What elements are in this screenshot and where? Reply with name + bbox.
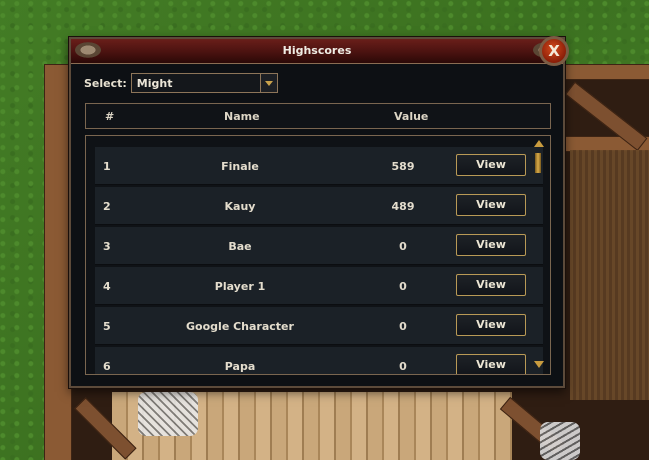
view-button[interactable]: View (456, 194, 526, 216)
name-cell: Google Character (186, 320, 294, 333)
table-row: 3 Bae 0 View (95, 227, 543, 265)
rank-cell: 6 (103, 360, 111, 373)
view-button[interactable]: View (456, 314, 526, 336)
table-row: 4 Player 1 0 View (95, 267, 543, 305)
scrollbar-thumb[interactable] (535, 153, 541, 173)
name-cell: Papa (224, 360, 256, 373)
roof-beam (565, 64, 649, 80)
window-titlebar[interactable]: Highscores (71, 39, 563, 64)
table-row: 1 Finale 589 View (95, 147, 543, 185)
skeleton-sprite (138, 392, 198, 436)
rank-cell: 3 (103, 240, 111, 253)
table-header: # Name Value (85, 103, 551, 129)
dirt-patch (570, 150, 649, 400)
view-button[interactable]: View (456, 274, 526, 296)
chevron-down-icon[interactable] (259, 74, 277, 92)
table-row: 6 Papa 0 View (95, 347, 543, 374)
rank-cell: 5 (103, 320, 111, 333)
scroll-up-icon[interactable] (533, 139, 545, 149)
character-sprite (540, 422, 580, 460)
header-name: Name (224, 110, 260, 123)
view-button[interactable]: View (456, 234, 526, 256)
value-cell: 489 (391, 200, 415, 213)
select-label: Select: (84, 76, 127, 90)
value-cell: 0 (399, 280, 407, 293)
name-cell: Kauy (224, 200, 256, 213)
value-cell: 0 (399, 320, 407, 333)
rank-cell: 4 (103, 280, 111, 293)
name-cell: Bae (228, 240, 252, 253)
value-cell: 589 (391, 160, 415, 173)
window-title: Highscores (282, 44, 352, 57)
view-button[interactable]: View (456, 154, 526, 176)
close-button[interactable]: X (539, 36, 569, 66)
roof-beam (44, 64, 72, 460)
category-select-value: Might (136, 77, 173, 90)
rank-cell: 1 (103, 160, 111, 173)
table-row: 2 Kauy 489 View (95, 187, 543, 225)
header-value: Value (394, 110, 429, 123)
rank-cell: 2 (103, 200, 111, 213)
view-button[interactable]: View (456, 354, 526, 374)
name-cell: Finale (221, 160, 259, 173)
scroll-down-icon[interactable] (533, 360, 545, 370)
highscores-window: Highscores Select: Might # Name Value 1 … (69, 37, 565, 388)
header-rank: # (105, 110, 115, 123)
value-cell: 0 (399, 240, 407, 253)
value-cell: 0 (399, 360, 407, 373)
name-cell: Player 1 (214, 280, 266, 293)
highscores-list[interactable]: 1 Finale 589 View 2 Kauy 489 View 3 Bae … (85, 135, 551, 375)
table-row: 5 Google Character 0 View (95, 307, 543, 345)
category-select[interactable]: Might (130, 73, 278, 93)
category-filter: Select: Might (84, 72, 278, 94)
